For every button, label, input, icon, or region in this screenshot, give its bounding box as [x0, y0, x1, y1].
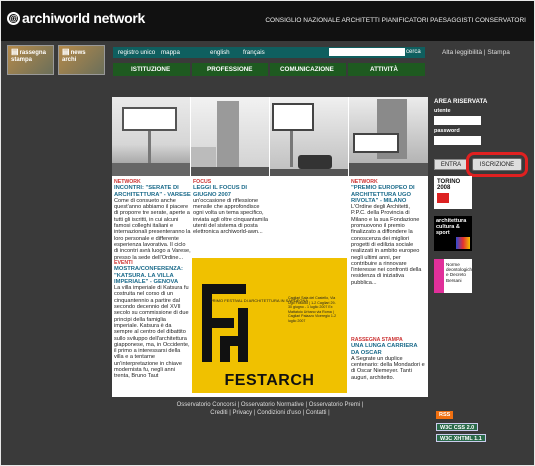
news-title[interactable]: "PREMIO EUROPEO DI ARCHITETTURA UGO RIVO…: [351, 185, 426, 204]
norme-stripe: [434, 259, 444, 293]
news-body: un'occasione di riflessione mensile che …: [193, 197, 268, 236]
nav-francais[interactable]: français: [243, 49, 265, 56]
entra-button[interactable]: ENTRA: [434, 159, 468, 170]
news-item-varese[interactable]: NETWORK INCONTRI: "SERATE DI ARCHITETTUR…: [114, 179, 191, 261]
tab-attivita[interactable]: ATTIVITÀ: [370, 66, 398, 73]
acs-logo-icon: [456, 237, 470, 249]
password-label: password: [434, 128, 460, 134]
nav-registro-unico[interactable]: registro unico: [118, 49, 155, 56]
acs-label: architettura cultura & sport: [436, 218, 467, 236]
news-item-katsura[interactable]: EVENTI MOSTRA/CONFERENZA: "KATSURA. LA V…: [114, 260, 191, 380]
search-button[interactable]: cerca: [406, 49, 421, 55]
footer-links: Osservatorio Concorsi | Osservatorio Nor…: [112, 401, 428, 417]
festarch-banner[interactable]: PRIMO FESTIVAL DI ARCHITETTURA IN SARDEG…: [192, 258, 347, 393]
iscrizione-button[interactable]: ISCRIZIONE: [466, 152, 528, 177]
news-body: L'Ordine degli Architetti, P.P.C. della …: [351, 204, 422, 286]
news-title[interactable]: LEGGI IL FOCUS DI GIUGNO 2007: [193, 185, 268, 198]
category-navigation: ISTITUZIONE PROFESSIONE COMUNICAZIONE AT…: [113, 63, 425, 76]
sign-photo[interactable]: [270, 97, 348, 176]
newspaper-icon: ▤: [11, 47, 19, 56]
header-bar: @ archiworld network CONSIGLIO NAZIONALE …: [1, 1, 534, 41]
news-item-premio[interactable]: NETWORK "PREMIO EUROPEO DI ARCHITETTURA …: [351, 179, 426, 286]
nav-mappa[interactable]: mappa: [161, 49, 180, 56]
main-content: NETWORK INCONTRI: "SERATE DI ARCHITETTUR…: [112, 97, 428, 397]
council-title: CONSIGLIO NAZIONALE ARCHITETTI PIANIFICA…: [265, 17, 526, 24]
news-item-focus[interactable]: FOCUS LEGGI IL FOCUS DI GIUGNO 2007 un'o…: [193, 179, 268, 236]
site-logo[interactable]: @ archiworld network: [7, 10, 145, 26]
at-logo-icon: @: [7, 12, 20, 25]
festarch-logo-icon: [198, 278, 256, 368]
norme-label: Norme deontologiche e Decreto Bersani: [446, 262, 472, 283]
news-body: Come di consueto anche quest'anno abbiam…: [114, 197, 191, 261]
password-field[interactable]: [434, 136, 481, 145]
news-button[interactable]: ▤news archi: [58, 45, 105, 75]
festarch-info: Cagliari Sala del Castello, Via Ugo Fosc…: [288, 296, 337, 323]
nav-divider: [190, 63, 192, 76]
tab-comunicazione[interactable]: COMUNICAZIONE: [280, 66, 334, 73]
w3c-css-badge[interactable]: W3C CSS 2.0: [436, 423, 479, 431]
news-title[interactable]: UNA LUNGA CARRIERA DA OSCAR: [351, 343, 426, 356]
news-icon: ▤: [62, 47, 70, 56]
nav-divider: [268, 63, 270, 76]
nav-divider: [346, 63, 348, 76]
norme-banner[interactable]: Norme deontologiche e Decreto Bersani: [434, 259, 472, 293]
footer-legal-links[interactable]: Crediti | Privacy | Condizioni d'uso | C…: [112, 409, 428, 417]
search-input[interactable]: [329, 48, 405, 56]
w3c-xhtml-badge[interactable]: W3C XHTML 1.1: [436, 434, 486, 442]
login-title: AREA RISERVATA: [434, 98, 488, 105]
festarch-title: FESTARCH: [224, 372, 315, 389]
torino-logo-icon: [437, 193, 449, 203]
user-label: utente: [434, 108, 451, 114]
user-field[interactable]: [434, 116, 481, 125]
news-body: La villa imperiale di Katsura fu costrui…: [114, 285, 190, 380]
news-title[interactable]: MOSTRA/CONFERENZA: "KATSURA. LA VILLA IM…: [114, 266, 191, 285]
city-billboard-photo[interactable]: [349, 97, 428, 176]
news-item-oscar[interactable]: RASSEGNA STAMPA UNA LUNGA CARRIERA DA OS…: [351, 337, 426, 381]
torino-2008-banner[interactable]: TORINO 2008: [434, 176, 472, 209]
rss-button[interactable]: RSS: [436, 411, 454, 419]
login-panel: AREA RISERVATA utente password ENTRA ISC…: [434, 98, 529, 177]
architettura-sport-banner[interactable]: architettura cultura & sport: [434, 216, 472, 251]
news-body: A Segrate un duplice centenario: della M…: [351, 355, 425, 381]
rassegna-stampa-button[interactable]: ▤rassegna stampa: [7, 45, 54, 75]
building-photo[interactable]: [191, 97, 269, 176]
billboard-photo[interactable]: [112, 97, 190, 176]
page-frame: @ archiworld network CONSIGLIO NAZIONALE …: [1, 1, 534, 465]
nav-english[interactable]: english: [210, 49, 230, 56]
tab-professione[interactable]: PROFESSIONE: [207, 66, 253, 73]
accessibility-tools[interactable]: Alta leggibilità | Stampa: [442, 49, 510, 56]
torino-label: TORINO 2008: [437, 179, 461, 191]
news-title[interactable]: INCONTRI: "SERATE DI ARCHITETTURA" - VAR…: [114, 185, 191, 198]
tab-istituzione[interactable]: ISTITUZIONE: [131, 66, 170, 73]
footer-observatory-links[interactable]: Osservatorio Concorsi | Osservatorio Nor…: [112, 401, 428, 409]
logo-text: archiworld network: [22, 10, 145, 26]
